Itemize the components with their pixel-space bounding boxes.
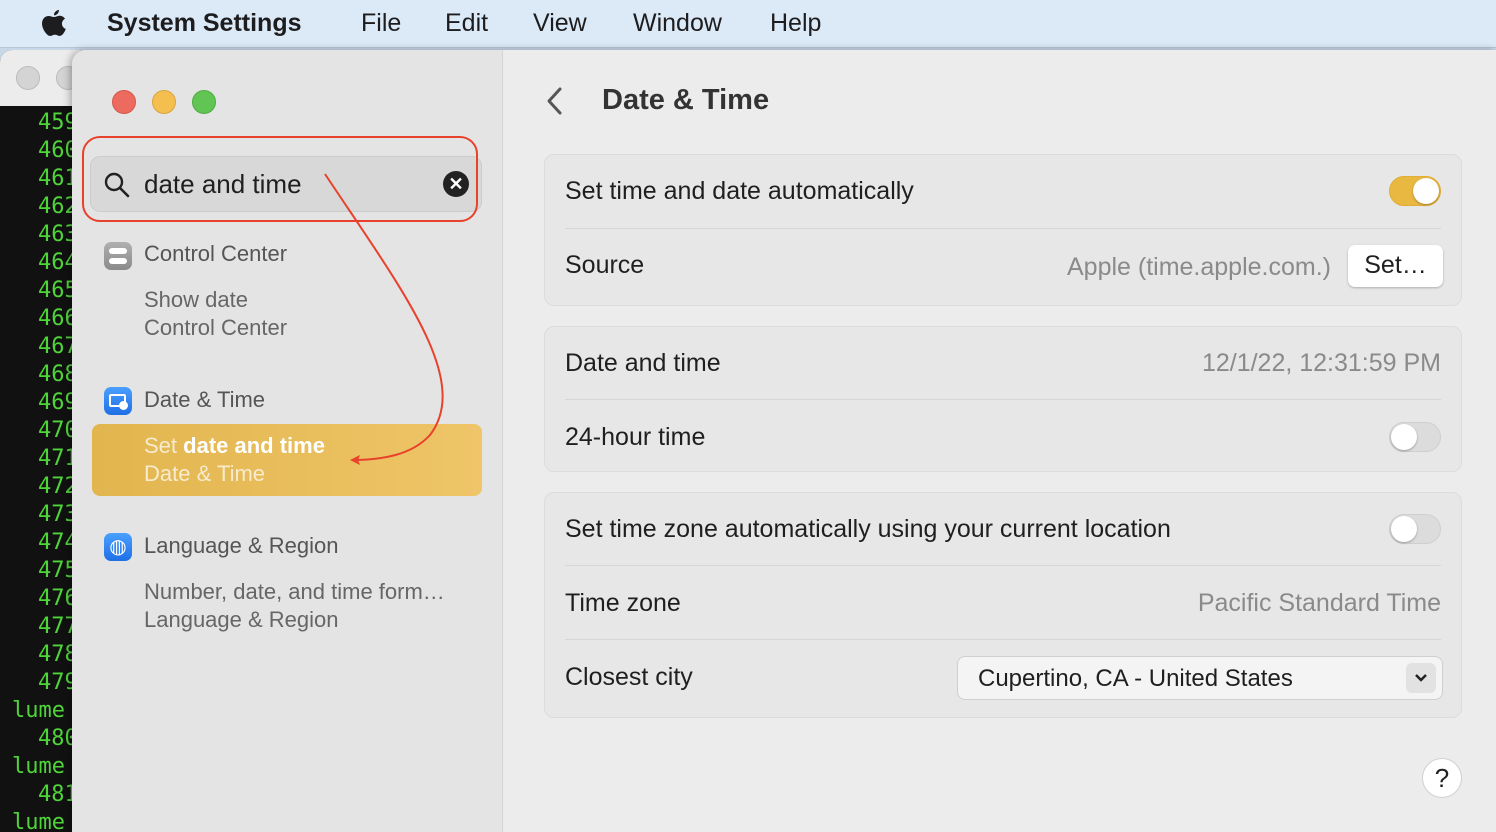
menu-edit[interactable]: Edit <box>445 9 488 38</box>
apple-icon[interactable] <box>40 8 68 40</box>
page-title: Date & Time <box>602 84 770 116</box>
menu-help[interactable]: Help <box>770 9 821 38</box>
help-button[interactable]: ? <box>1422 758 1462 798</box>
time-zone-label: Time zone <box>565 589 681 617</box>
terminal-line: lume <box>12 810 65 832</box>
menu-window[interactable]: Window <box>633 9 722 38</box>
chevron-down-icon <box>1406 663 1436 693</box>
tz-auto-toggle[interactable] <box>1389 514 1441 544</box>
time-zone-value: Pacific Standard Time <box>1197 589 1441 617</box>
menu-bar: System Settings File Edit View Window He… <box>0 0 1496 48</box>
terminal-line: lume <box>12 698 65 723</box>
auto-time-card: Set time and date automatically Source A… <box>544 154 1462 306</box>
result-sub-title: Number, date, and time form… <box>144 579 445 604</box>
menu-app-name[interactable]: System Settings <box>107 9 302 38</box>
terminal-window[interactable]: 459 460 461 462 463 464 465 466 467 468 469 470 471 4… <box>0 50 80 832</box>
settings-window: date and time ✕ Control Center Show date… <box>72 50 1496 832</box>
set-auto-toggle[interactable] <box>1389 176 1441 206</box>
tz-auto-label: Set time zone automatically using your c… <box>565 515 1171 543</box>
closest-city-select[interactable]: Cupertino, CA - United States <box>957 656 1443 700</box>
time-zone-card: Set time zone automatically using your c… <box>544 492 1462 718</box>
result-sub-pane: Language & Region <box>144 607 339 632</box>
source-label: Source <box>565 251 645 279</box>
menu-file[interactable]: File <box>361 9 401 38</box>
sidebar: date and time ✕ Control Center Show date… <box>72 50 503 832</box>
terminal-close-button[interactable] <box>16 66 40 90</box>
date-time-value[interactable]: 12/1/22, 12:31:59 PM <box>1202 349 1441 378</box>
closest-city-label: Closest city <box>565 663 693 691</box>
hour24-label: 24-hour time <box>565 423 706 451</box>
set-source-button[interactable]: Set… <box>1348 245 1443 287</box>
date-time-card: Date and time 12/1/22, 12:31:59 PM 24-ho… <box>544 326 1462 472</box>
hour24-toggle[interactable] <box>1389 422 1441 452</box>
back-chevron-icon[interactable] <box>544 86 566 116</box>
closest-city-value: Cupertino, CA - United States <box>978 665 1293 692</box>
set-auto-label: Set time and date automatically <box>565 177 914 205</box>
terminal-line: lume <box>12 754 65 779</box>
source-value: Apple (time.apple.com.) <box>1066 253 1331 281</box>
menu-view[interactable]: View <box>533 9 587 38</box>
result-number-format[interactable]: Number, date, and time form… Language & … <box>144 578 445 634</box>
date-time-label: Date and time <box>565 349 721 377</box>
annotation-arrow <box>324 173 444 465</box>
terminal-titlebar <box>0 50 80 106</box>
